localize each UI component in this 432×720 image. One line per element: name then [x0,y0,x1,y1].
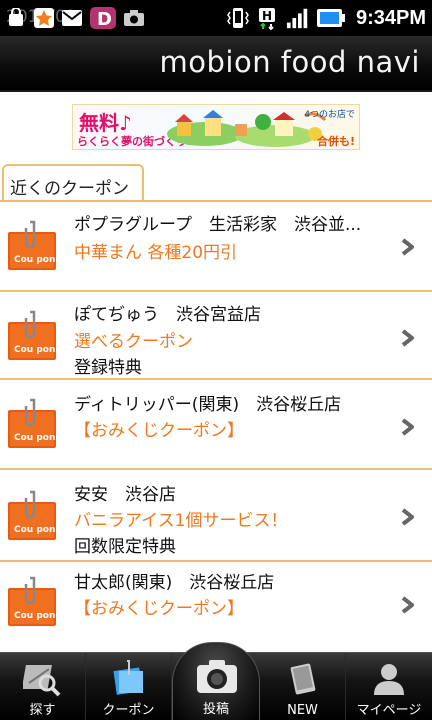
nav-coupon[interactable]: クーポン [86,653,172,720]
coupon-offer: バニラアイス1個サービス！ [74,511,288,531]
nav-new-label: NEW [287,703,318,718]
svg-text:D: D [97,9,112,30]
svg-text:Cou pon: Cou pon [14,433,55,443]
nav-search[interactable]: 探す [0,653,86,720]
svg-text:H: H [262,9,272,23]
notification-icons: D [4,4,146,32]
coupon-icon: Cou pon [8,576,56,626]
signal-icon [286,6,310,30]
app-header: mobion food navi [0,36,432,92]
chevron-right-icon [401,418,414,436]
screen: 2012/01 D H [0,0,432,720]
nav-post[interactable]: 投稿 [172,642,260,720]
camera-icon [122,6,146,30]
coupon-icon: Cou pon [8,398,56,448]
ad-banner[interactable]: 無料♪ らくらく夢の街づくり! 4つのお店で 合併も! [72,104,360,150]
nav-coupon-label: クーポン [102,703,155,718]
coupon-offer: 中華まん 各種20円引 [74,243,238,263]
status-bar: 2012/01 D H [0,0,432,36]
coupon-offer: 【おみくじクーポン】 [74,599,244,619]
list-item[interactable]: Cou pon ディトリッパー(関東) 渋谷桜丘店 【おみくじクーポン】 [0,380,432,470]
coupon-icon: Cou pon [8,490,56,540]
banner-right-bottom-text: 合併も! [316,135,355,148]
list-item[interactable]: Cou pon 甘太郎(関東) 渋谷桜丘店 【おみくじクーポン】 [0,562,432,652]
coupon-icon: Cou pon [8,310,56,360]
status-indicators: H 9:34PM [226,4,426,32]
list-item[interactable]: Cou pon ポプラグループ 生活彩家 渋谷並... 中華まん 各種20円引 [0,202,432,292]
coupon-icon: Cou pon [8,220,56,270]
banner-main-text: 無料♪ [79,111,132,135]
chevron-right-icon [401,508,414,526]
new-book-icon [290,663,315,695]
shop-name: 甘太郎(関東) 渋谷桜丘店 [74,573,275,593]
shop-name: ディトリッパー(関東) 渋谷桜丘店 [74,395,342,415]
coupon-extra: 登録特典 [74,358,142,378]
mail-icon [60,6,84,30]
vibrate-icon [226,6,250,30]
coupon-offer: 選べるクーポン [74,332,193,352]
coupon-offer: 【おみくじクーポン】 [74,421,244,441]
app-d-icon: D [88,6,118,30]
shop-name: ポプラグループ 生活彩家 渋谷並... [74,215,362,235]
tab-nearby-coupons[interactable]: 近くのクーポン [2,164,144,202]
nav-new[interactable]: NEW [260,653,346,720]
status-time: 9:34PM [355,6,426,29]
app-title: mobion food navi [159,45,420,79]
coupon-tab-icon [112,660,143,695]
nav-mypage[interactable]: マイページ [346,653,432,720]
chevron-right-icon [401,329,414,347]
chevron-right-icon [401,238,414,256]
nav-mypage-label: マイページ [356,703,422,718]
coupon-extra: 回数限定特典 [74,537,176,557]
list-item[interactable]: Cou pon 安安 渋谷店 バニラアイス1個サービス！ 回数限定特典 [0,470,432,562]
data-h-icon: H [256,6,280,30]
tab-label: 近くのクーポン [10,179,129,199]
shop-name: 安安 渋谷店 [74,485,176,505]
shop-name: ぽてぢゅう 渋谷宮益店 [74,305,261,325]
battery-icon [316,6,346,30]
svg-text:Cou pon: Cou pon [14,345,55,355]
list-item[interactable]: Cou pon ぽてぢゅう 渋谷宮益店 選べるクーポン 登録特典 [0,292,432,380]
camera-post-icon [197,660,237,693]
nav-post-label: 投稿 [202,702,229,717]
banner-right-top-text: 4つのお店で [304,110,355,120]
user-icon [374,664,404,695]
bag-icon [4,6,28,30]
star-icon [32,6,56,30]
search-map-icon [22,665,60,697]
svg-text:Cou pon: Cou pon [14,525,55,535]
svg-text:Cou pon: Cou pon [14,255,55,265]
nav-search-label: 探す [29,703,56,718]
svg-text:Cou pon: Cou pon [14,611,55,621]
chevron-right-icon [401,596,414,614]
